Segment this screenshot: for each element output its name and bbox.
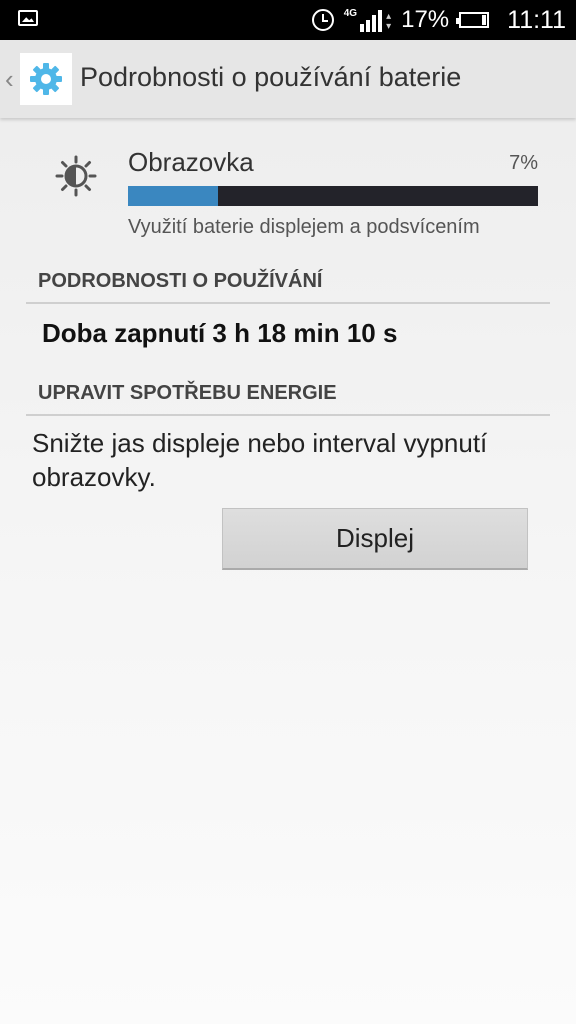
clock: 11:11 (507, 5, 566, 34)
action-bar: ‹ Podrobnosti o používání baterie (0, 40, 576, 118)
page-title: Podrobnosti o používání baterie (80, 62, 462, 92)
time-on-value: Doba zapnutí 3 h 18 min 10 s (42, 318, 398, 348)
adjust-power-header: UPRAVIT SPOTŘEBU ENERGIE (26, 376, 550, 416)
alarm-icon (311, 9, 334, 31)
usage-progress-fill (128, 186, 219, 206)
usage-details-header: PODROBNOSTI O POUŽÍVÁNÍ (26, 264, 550, 304)
power-hint-text: Snižte jas displeje nebo interval vypnut… (32, 428, 488, 492)
back-chevron-icon[interactable]: ‹ (5, 64, 14, 95)
usage-entry-name: Obrazovka (128, 147, 254, 177)
network-type: 4G (343, 8, 358, 19)
brightness-icon (55, 155, 97, 197)
battery-icon (456, 12, 490, 28)
battery-percent: 17% (401, 6, 450, 33)
settings-gear-icon (30, 63, 62, 95)
status-bar: 4G ▴ ▾ 17% 11:11 (0, 0, 576, 40)
data-activity-icon: ▴ ▾ (386, 11, 392, 32)
usage-progress-bar (128, 186, 538, 206)
usage-entry-description: Využití baterie displejem a podsvícením (128, 216, 480, 238)
usage-entry-percent: 7% (509, 152, 538, 174)
image-icon (18, 10, 38, 26)
status-icons: 4G ▴ ▾ 17% 11:11 (311, 0, 566, 40)
display-settings-button[interactable]: Displej (222, 508, 528, 570)
signal-icon: 4G ▴ ▾ (344, 8, 391, 32)
settings-app-icon[interactable] (20, 53, 72, 105)
